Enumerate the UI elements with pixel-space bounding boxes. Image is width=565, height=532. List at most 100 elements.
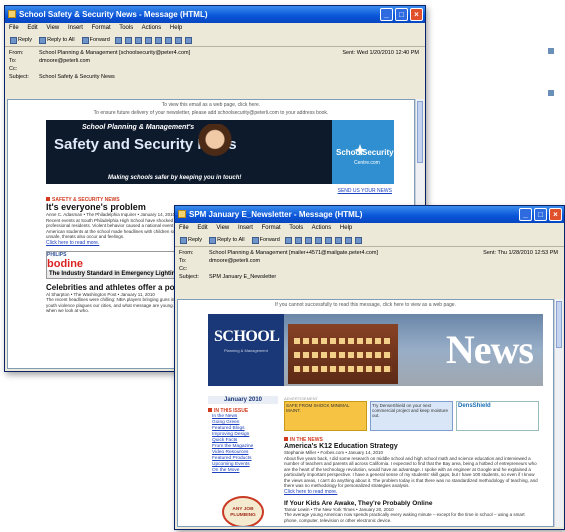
menu-view[interactable]: View [46, 25, 59, 31]
ad-densshield-logo[interactable]: DensShield [456, 401, 539, 431]
close-button[interactable]: × [549, 208, 562, 221]
menu-bar: File Edit View Insert Format Tools Actio… [5, 23, 425, 34]
news-text: About five years back, I did some resear… [284, 455, 538, 489]
newsletter-banner: School Planning & Management's Safety an… [46, 120, 394, 184]
banner-tagline: Making schools safer by keeping you in t… [108, 175, 242, 181]
message-headers: From: School Planning & Management [maile… [175, 247, 564, 283]
from-label: From: [9, 50, 24, 56]
menu-help[interactable]: Help [340, 225, 352, 231]
reply-all-button[interactable]: Reply to All [207, 234, 247, 246]
scrollbar-thumb[interactable] [417, 101, 423, 163]
menu-insert[interactable]: Insert [238, 225, 253, 231]
window-title: SPM January E_Newsletter - Message (HTML… [189, 210, 363, 219]
reply-button[interactable]: Reply [8, 34, 34, 46]
message-headers: From: School Planning & Management [schoo… [5, 47, 425, 83]
menu-help[interactable]: Help [170, 25, 182, 31]
school-building-image [288, 324, 398, 384]
subject-label: Subject: [179, 274, 199, 280]
menu-view[interactable]: View [216, 225, 229, 231]
minimize-button[interactable]: _ [519, 208, 532, 221]
minimize-button[interactable]: _ [380, 8, 393, 21]
news2-text: The average young American now spends pr… [284, 512, 525, 523]
maximize-button[interactable]: □ [395, 8, 408, 21]
issue-link-on-the-move[interactable]: On the Move [208, 468, 278, 474]
to-value: dmoore@peterli.com [39, 58, 91, 64]
ad-denseshield[interactable]: Try DenseShield on your next commercial … [370, 401, 453, 431]
message-icon [8, 10, 16, 18]
sent-label: Sent: [342, 50, 356, 56]
maximize-button[interactable]: □ [534, 208, 547, 221]
menu-edit[interactable]: Edit [27, 25, 37, 31]
section-bullet-icon [284, 437, 288, 441]
ad-safe-from-shock[interactable]: SAFE FROM SHOCK MINIMAL MAINT. [284, 401, 367, 431]
previous-item-icon[interactable] [164, 36, 172, 44]
sent-value: Wed 1/20/2010 12:40 PM [356, 50, 419, 56]
save-icon[interactable] [124, 36, 132, 44]
menu-tools[interactable]: Tools [289, 225, 303, 231]
print-icon[interactable] [114, 36, 122, 44]
close-button[interactable]: × [410, 8, 423, 21]
view-web-notice: If you cannot successfully to read this … [275, 302, 456, 308]
school-security-logo: School Security Centre.com [332, 120, 394, 184]
banner-planning: Planning & Management [224, 348, 268, 353]
toolbar: Reply Reply to All Forward [175, 234, 564, 247]
next-item-icon[interactable] [344, 236, 352, 244]
plumbing-ad-sticker[interactable]: ANY JOB PLUMBING [222, 496, 264, 526]
window-titlebar[interactable]: School Safety & Security News - Message … [5, 6, 425, 23]
print-icon[interactable] [284, 236, 292, 244]
to-label: To: [9, 58, 17, 64]
menu-actions[interactable]: Actions [312, 225, 332, 231]
from-label: From: [179, 250, 194, 256]
news-read-more-link[interactable]: Click here to read more. [284, 489, 539, 495]
flag-icon[interactable] [134, 36, 142, 44]
help-icon[interactable] [184, 36, 192, 44]
vertical-scrollbar[interactable] [554, 299, 563, 527]
banner-magazine: School Planning & Management's [82, 124, 195, 131]
from-value: School Planning & Management [mailer+457… [209, 250, 378, 256]
to-value: dmoore@peterli.com [209, 258, 261, 264]
subject-label: Subject: [9, 74, 29, 80]
menu-actions[interactable]: Actions [142, 25, 162, 31]
menu-insert[interactable]: Insert [68, 25, 83, 31]
decorative-bullet [548, 90, 554, 96]
menu-edit[interactable]: Edit [197, 225, 207, 231]
cc-label: Cc: [9, 66, 18, 72]
news2-title[interactable]: If Your Kids Are Awake, They're Probably… [284, 500, 539, 507]
menu-bar: File Edit View Insert Format Tools Actio… [175, 223, 564, 234]
send-news-link[interactable]: SEND US YOUR NEWS [338, 188, 392, 194]
subject-value: School Safety & Security News [39, 74, 115, 80]
delete-icon[interactable] [154, 36, 162, 44]
news-title[interactable]: America's K12 Education Strategy [284, 443, 539, 450]
next-item-icon[interactable] [174, 36, 182, 44]
help-icon[interactable] [354, 236, 362, 244]
window-titlebar[interactable]: SPM January E_Newsletter - Message (HTML… [175, 206, 564, 223]
from-value: School Planning & Management [schoolsecu… [39, 50, 191, 56]
issue-date: January 2010 [208, 396, 278, 404]
reply-button[interactable]: Reply [178, 234, 204, 246]
flag-icon[interactable] [304, 236, 312, 244]
email-window-spm[interactable]: SPM January E_Newsletter - Message (HTML… [174, 205, 565, 530]
newsletter-banner: SCHOOL Planning & Management News [208, 314, 543, 386]
categories-icon[interactable] [314, 236, 322, 244]
previous-item-icon[interactable] [334, 236, 342, 244]
categories-icon[interactable] [144, 36, 152, 44]
menu-format[interactable]: Format [262, 225, 281, 231]
to-label: To: [179, 258, 187, 264]
banner-news: News [445, 327, 534, 372]
reply-all-icon [39, 36, 47, 44]
sent-label: Sent: [483, 250, 497, 256]
window-title: School Safety & Security News - Message … [19, 10, 208, 19]
menu-file[interactable]: File [9, 25, 19, 31]
menu-file[interactable]: File [179, 225, 189, 231]
delete-icon[interactable] [324, 236, 332, 244]
reply-all-button[interactable]: Reply to All [37, 34, 77, 46]
scrollbar-thumb[interactable] [556, 301, 562, 348]
menu-tools[interactable]: Tools [119, 25, 133, 31]
cc-label: Cc: [179, 266, 188, 272]
sent-value: Thu 1/28/2010 12:53 PM [497, 250, 558, 256]
message-body[interactable]: If you cannot successfully to read this … [177, 299, 554, 527]
save-icon[interactable] [294, 236, 302, 244]
forward-button[interactable]: Forward [250, 234, 282, 246]
menu-format[interactable]: Format [92, 25, 111, 31]
forward-button[interactable]: Forward [80, 34, 112, 46]
